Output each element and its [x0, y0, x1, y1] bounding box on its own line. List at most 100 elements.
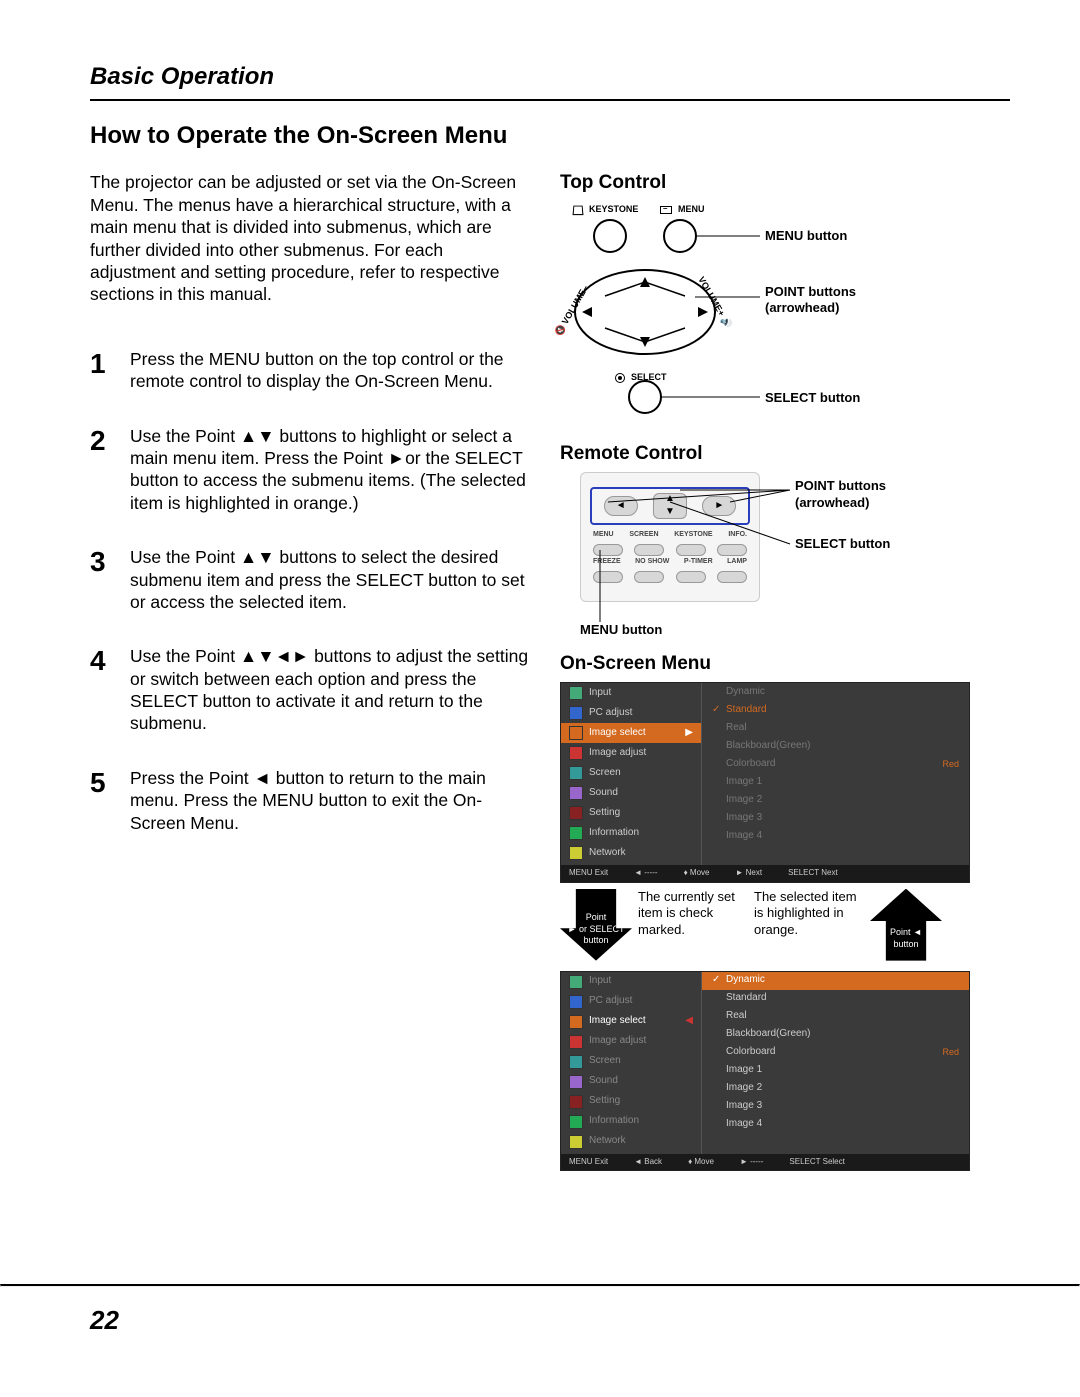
osm-item-imageselect: Image select▶ — [561, 723, 701, 743]
osm-item-imageselect: Image select◀ — [561, 1012, 701, 1032]
page-title: How to Operate the On-Screen Menu — [90, 121, 1010, 152]
sound-icon — [569, 1075, 583, 1089]
osm-first: Input PC adjust Image select▶ Image adju… — [560, 682, 970, 882]
remote-small-button — [593, 571, 623, 583]
annotation-checkmark: The currently set item is check marked. — [638, 889, 748, 939]
intro-paragraph: The projector can be adjusted or set via… — [90, 171, 530, 305]
remote-row-item: MENU — [593, 531, 614, 540]
footer-nav: ◄ Back — [634, 1157, 662, 1167]
network-icon — [569, 846, 583, 860]
info-icon — [569, 826, 583, 840]
remote-menu-label: MENU button — [580, 622, 662, 639]
remote-select-label: SELECT button — [795, 536, 890, 553]
footer-nav: ► ----- — [740, 1157, 763, 1167]
annotation-row: Point ► or SELECT button The currently s… — [560, 889, 1000, 961]
footer-nav: ► Next — [735, 868, 762, 878]
pc-icon — [569, 995, 583, 1009]
osm-right-item: Real — [702, 719, 969, 737]
osm-right-item: ColorboardRed — [702, 755, 969, 773]
osm-right-item-selected: ✓Dynamic — [702, 972, 969, 990]
top-control-diagram: KEYSTONE MENU SELECT 🔇 VOLUME– VOLUME+ 🔊… — [560, 202, 1000, 422]
pc-icon — [569, 706, 583, 720]
osm-item-network: Network — [561, 1132, 701, 1152]
check-icon: ✓ — [712, 704, 720, 717]
osm-right-item: Blackboard(Green) — [702, 737, 969, 755]
osm-item-setting: Setting — [561, 1092, 701, 1112]
remote-small-button — [634, 571, 664, 583]
remote-row-item: LAMP — [727, 558, 747, 567]
remote-select-button: ▲▼ — [653, 493, 687, 519]
osm-item-sound: Sound — [561, 783, 701, 803]
remote-diagram: ◄ ▲▼ ► MENU SCREEN KEYSTONE INFO. — [560, 472, 1000, 622]
remote-small-button — [593, 544, 623, 556]
osm-footer: MENU Exit ◄ ----- ♦ Move ► Next SELECT N… — [561, 865, 969, 881]
footer-nav: ♦ Move — [684, 868, 710, 878]
keystone-icon — [573, 205, 584, 214]
osm-item-imageadjust: Image adjust — [561, 743, 701, 763]
info-icon — [569, 1115, 583, 1129]
section-title: Basic Operation — [90, 62, 1010, 93]
top-control-title: Top Control — [560, 171, 1000, 195]
down-arrow-icon: Point ► or SELECT button — [560, 889, 632, 961]
remote-row-item: FREEZE — [593, 558, 621, 567]
step-number: 2 — [90, 423, 112, 515]
step-1: 1 Press the MENU button on the top contr… — [90, 346, 530, 393]
osm-right-item: Image 1 — [702, 1062, 969, 1080]
footer-sel: SELECT Next — [788, 868, 838, 878]
image-adjust-icon — [569, 1035, 583, 1049]
step-number: 5 — [90, 765, 112, 834]
select-top-label: SELECT — [631, 372, 667, 384]
osm-item-setting: Setting — [561, 803, 701, 823]
step-body: Press the Point ◄ button to return to th… — [130, 765, 530, 834]
osm-right-item: Image 2 — [702, 1080, 969, 1098]
osm-right-item: Image 3 — [702, 809, 969, 827]
menu-button-label: MENU button — [765, 228, 847, 245]
osm-right-item: Blackboard(Green) — [702, 1026, 969, 1044]
remote-small-button — [676, 571, 706, 583]
step-body: Use the Point ▲▼ buttons to highlight or… — [130, 423, 530, 515]
step-3: 3 Use the Point ▲▼ buttons to select the… — [90, 544, 530, 613]
step-2: 2 Use the Point ▲▼ buttons to highlight … — [90, 423, 530, 515]
step-number: 4 — [90, 643, 112, 735]
osm-item-info: Information — [561, 823, 701, 843]
osm-right-item: Image 4 — [702, 827, 969, 845]
osm-item-pc: PC adjust — [561, 703, 701, 723]
select-dot-icon — [615, 373, 625, 383]
point-buttons-label: POINT buttons (arrowhead) — [765, 284, 885, 317]
page-number: 22 — [90, 1304, 119, 1337]
input-icon — [569, 975, 583, 989]
step-number: 3 — [90, 544, 112, 613]
bottom-divider — [0, 1284, 1080, 1287]
step-body: Press the MENU button on the top control… — [130, 346, 530, 393]
osm-title: On-Screen Menu — [560, 652, 1000, 676]
osm-item-info: Information — [561, 1112, 701, 1132]
osm-item-network: Network — [561, 843, 701, 863]
screen-icon — [569, 1055, 583, 1069]
keystone-label: KEYSTONE — [589, 204, 638, 216]
network-icon — [569, 1135, 583, 1149]
osm-item-pc: PC adjust — [561, 992, 701, 1012]
screen-icon — [569, 766, 583, 780]
remote-small-button — [717, 544, 747, 556]
footer-nav: ◄ ----- — [634, 868, 657, 878]
osm-item-imageadjust: Image adjust — [561, 1032, 701, 1052]
menu-top-label: MENU — [678, 204, 705, 216]
step-5: 5 Press the Point ◄ button to return to … — [90, 765, 530, 834]
osm-item-screen: Screen — [561, 763, 701, 783]
osm-right-item: Image 3 — [702, 1098, 969, 1116]
osm-item-screen: Screen — [561, 1052, 701, 1072]
remote-small-button — [717, 571, 747, 583]
osm-footer: MENU Exit ◄ Back ♦ Move ► ----- SELECT S… — [561, 1154, 969, 1170]
remote-small-button — [676, 544, 706, 556]
osm-right-item: Dynamic — [702, 683, 969, 701]
up-arrow-icon: Point ◄ button — [870, 889, 942, 961]
footer-exit: MENU Exit — [569, 1157, 608, 1167]
check-icon: ✓ — [712, 974, 720, 987]
osm-right-item: Image 4 — [702, 1116, 969, 1134]
osm-right-item: ✓Standard — [702, 701, 969, 719]
remote-row-item: KEYSTONE — [674, 531, 712, 540]
step-number: 1 — [90, 346, 112, 393]
image-select-icon — [569, 726, 583, 740]
osm-item-input: Input — [561, 972, 701, 992]
step-body: Use the Point ▲▼◄► buttons to adjust the… — [130, 643, 530, 735]
